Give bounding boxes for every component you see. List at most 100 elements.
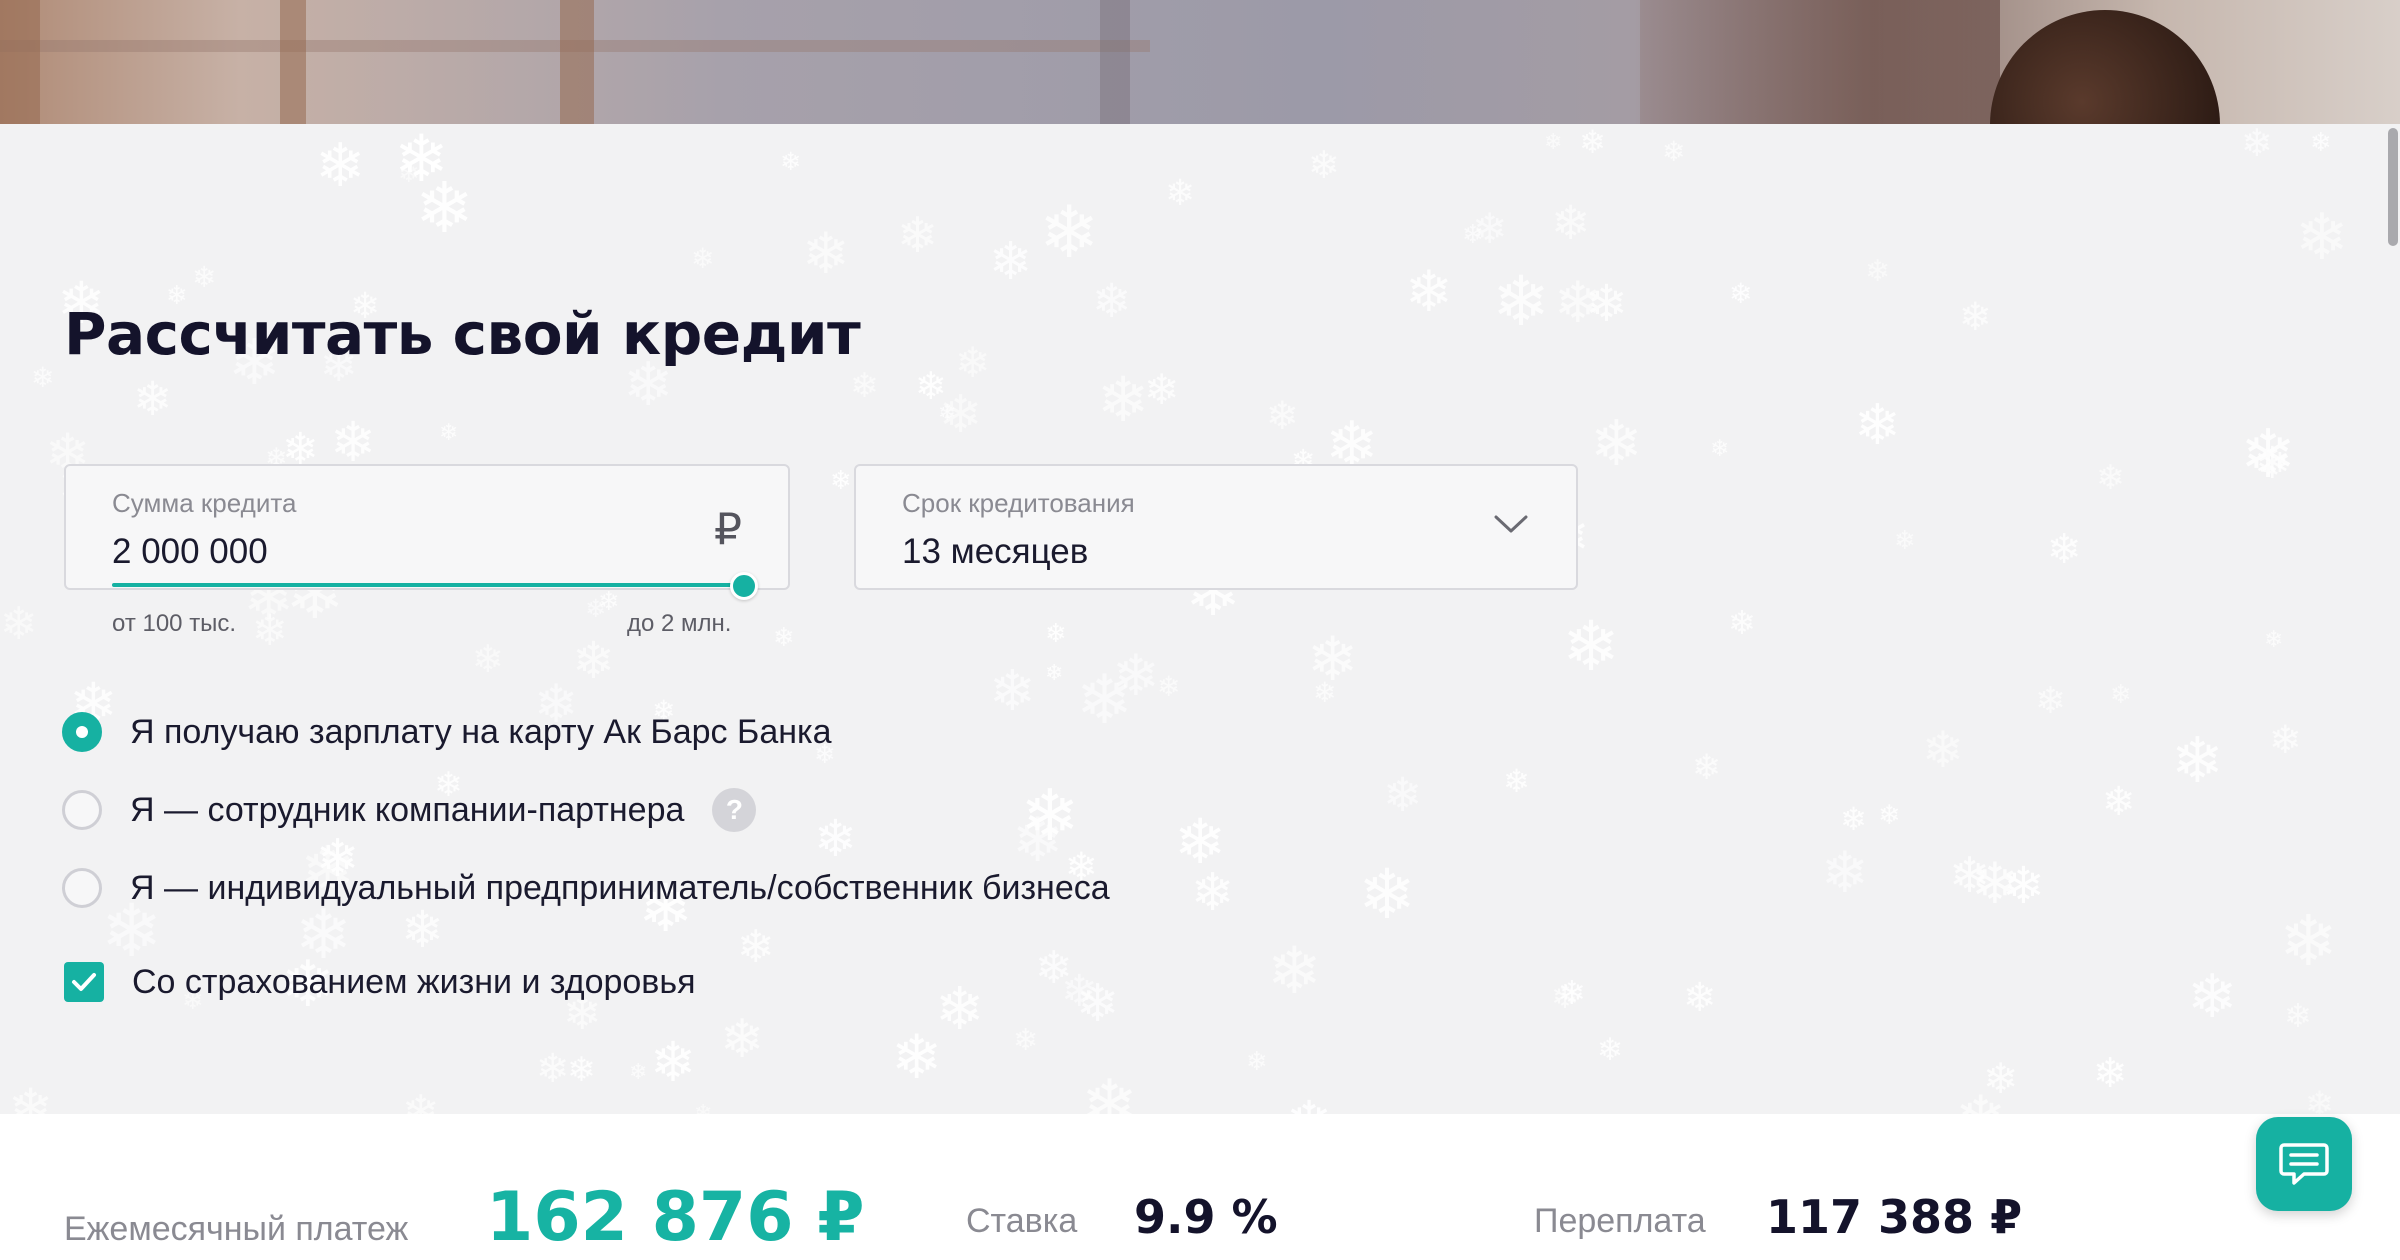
snowflake-icon: ❄ <box>1462 219 1484 249</box>
snowflake-icon: ❄ <box>1267 934 1322 1007</box>
snowflake-icon: ❄ <box>1013 1024 1039 1057</box>
radio-entrepreneur[interactable] <box>62 868 102 908</box>
amount-slider-handle[interactable] <box>730 572 758 600</box>
snowflake-icon: ❄ <box>938 400 957 425</box>
snowflake-icon: ❄ <box>1045 618 1067 648</box>
snowflake-icon: ❄ <box>1472 205 1508 252</box>
snowflake-icon: ❄ <box>567 1051 596 1089</box>
snowflake-icon: ❄ <box>1662 136 1686 167</box>
snowflake-icon: ❄ <box>891 1023 943 1091</box>
radio-partner-employee[interactable] <box>62 790 102 830</box>
snowflake-icon: ❄ <box>415 169 474 247</box>
hero-banner-image <box>0 0 2400 124</box>
snowflake-icon: ❄ <box>2171 726 2224 796</box>
radio-salary-card[interactable] <box>62 712 102 752</box>
snowflake-icon: ❄ <box>2096 459 2125 497</box>
snowflake-icon: ❄ <box>0 598 38 649</box>
snowflake-icon: ❄ <box>330 411 377 473</box>
snowflake-icon: ❄ <box>1728 604 1756 641</box>
insurance-checkbox[interactable] <box>64 962 104 1002</box>
snowflake-icon: ❄ <box>1061 967 1098 1016</box>
help-icon[interactable]: ? <box>712 788 757 832</box>
snowflake-icon: ❄ <box>1246 1046 1268 1076</box>
snowflake-icon: ❄ <box>2047 526 2082 572</box>
snowflake-icon: ❄ <box>192 262 217 294</box>
snowflake-icon: ❄ <box>939 386 983 444</box>
snowflake-icon: ❄ <box>1692 748 1722 787</box>
amount-range-min: от 100 тыс. <box>112 610 237 637</box>
option-salary-card[interactable]: Я получаю зарплату на карту Ак Барс Банк… <box>62 710 832 754</box>
snowflake-icon: ❄ <box>1112 644 1160 708</box>
loan-amount-input[interactable]: 2 000 000 <box>112 532 268 572</box>
amount-slider-track[interactable] <box>112 583 744 587</box>
snowflake-icon: ❄ <box>402 1086 440 1114</box>
snowflake-icon: ❄ <box>8 1079 54 1114</box>
snowflake-icon: ❄ <box>398 158 420 188</box>
snowflake-icon: ❄ <box>830 465 852 495</box>
snowflake-icon: ❄ <box>1035 942 1073 993</box>
snowflake-icon: ❄ <box>1983 1055 2019 1102</box>
insurance-label: Со страхованием жизни и здоровья <box>132 962 696 1001</box>
snowflake-icon: ❄ <box>2254 439 2291 488</box>
loan-term-label: Срок кредитования <box>902 488 1135 518</box>
monthly-payment-label: Ежемесячный платеж <box>64 1210 409 1248</box>
snowflake-icon: ❄ <box>2110 679 2132 709</box>
scrollbar-thumb[interactable] <box>2388 128 2398 246</box>
snowflake-icon: ❄ <box>1492 263 1550 340</box>
chat-button[interactable] <box>2256 1117 2352 1211</box>
snowflake-icon: ❄ <box>720 1010 765 1069</box>
snowflake-icon: ❄ <box>1286 1094 1332 1115</box>
snowflake-icon: ❄ <box>472 639 504 681</box>
snowflake-icon: ❄ <box>2002 857 2045 914</box>
snowflake-icon: ❄ <box>1039 193 1100 273</box>
snowflake-icon: ❄ <box>915 366 947 408</box>
snowflake-icon: ❄ <box>1020 777 1080 856</box>
snowflake-icon: ❄ <box>1092 274 1132 327</box>
rate-value: 9.9 % <box>1134 1190 1278 1244</box>
snowflake-icon: ❄ <box>2264 626 2284 652</box>
rate-label: Ставка <box>966 1202 1078 1240</box>
insurance-option[interactable]: Со страхованием жизни и здоровья <box>64 960 696 1004</box>
snowflake-icon: ❄ <box>989 659 1036 722</box>
ruble-icon: ₽ <box>714 505 742 554</box>
snowflake-icon: ❄ <box>1878 800 1901 830</box>
snowflake-icon: ❄ <box>315 132 366 199</box>
snowflake-icon: ❄ <box>1165 172 1196 213</box>
snowflake-icon: ❄ <box>1551 978 1579 1015</box>
snowflake-icon: ❄ <box>1710 435 1730 461</box>
snowflake-icon: ❄ <box>814 810 857 867</box>
snowflake-icon: ❄ <box>2093 1050 2128 1096</box>
chevron-down-icon[interactable] <box>1494 514 1528 534</box>
snowflake-icon: ❄ <box>1157 671 1181 702</box>
snowflake-icon: ❄ <box>1076 662 1133 738</box>
snowflake-icon: ❄ <box>1503 763 1530 799</box>
snowflake-icon: ❄ <box>1949 849 1991 903</box>
loan-amount-field[interactable]: Сумма кредита 2 000 000 ₽ <box>64 464 790 590</box>
snowflake-icon: ❄ <box>1597 1032 1623 1067</box>
loan-amount-label: Сумма кредита <box>112 488 297 518</box>
monthly-payment-value: 162 876 ₽ <box>486 1178 865 1257</box>
snowflake-icon: ❄ <box>1405 260 1453 324</box>
option-partner-employee[interactable]: Я — сотрудник компании-партнера ? <box>62 788 757 832</box>
snowflake-icon: ❄ <box>2187 963 2238 1030</box>
snowflake-icon: ❄ <box>650 1031 697 1093</box>
snowflake-icon: ❄ <box>802 222 850 286</box>
snowflake-icon: ❄ <box>1558 974 1586 1011</box>
snowflake-icon: ❄ <box>1313 677 1337 708</box>
snowflake-icon: ❄ <box>2310 127 2332 157</box>
snowflake-icon: ❄ <box>1045 660 1064 685</box>
snowflake-icon: ❄ <box>572 632 615 689</box>
snowflake-icon: ❄ <box>1012 806 1064 874</box>
snowflake-icon: ❄ <box>1308 145 1340 187</box>
loan-term-select[interactable]: Срок кредитования 13 месяцев <box>854 464 1578 590</box>
snowflake-icon: ❄ <box>1865 255 1891 288</box>
snowflake-icon: ❄ <box>1894 525 1916 555</box>
snowflake-icon: ❄ <box>935 976 985 1042</box>
option-entrepreneur[interactable]: Я — индивидуальный предприниматель/собст… <box>62 866 1110 910</box>
snowflake-icon: ❄ <box>585 595 606 623</box>
snowflake-icon: ❄ <box>2240 417 2297 492</box>
snowflake-icon: ❄ <box>439 419 459 445</box>
snowflake-icon: ❄ <box>1554 271 1602 335</box>
snowflake-icon: ❄ <box>1854 393 1901 456</box>
snowflake-icon: ❄ <box>780 148 801 176</box>
